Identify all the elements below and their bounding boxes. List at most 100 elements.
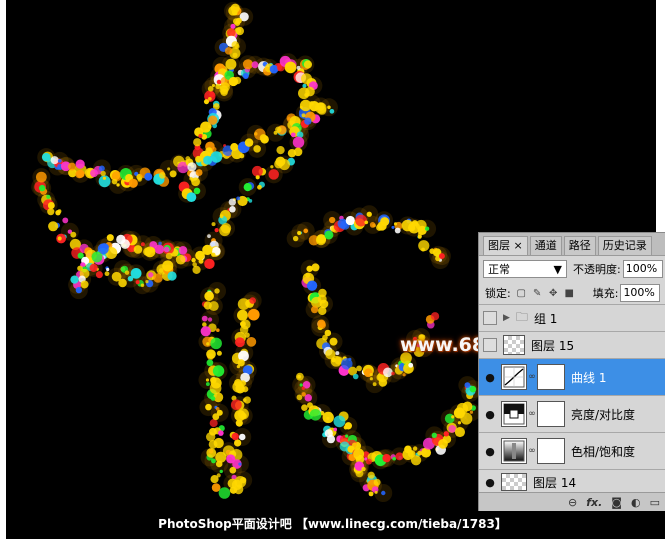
link-icon[interactable]: ∞ (527, 372, 537, 382)
layer-row-brightness[interactable]: ● ∞ 亮度/对比度 (479, 396, 665, 433)
sparkle-dot (382, 453, 391, 463)
sparkle-dot (130, 267, 142, 279)
sparkle-dot (469, 410, 474, 414)
sparkle-dot (145, 279, 149, 284)
sparkle-dot (210, 396, 216, 401)
layer-row-hue[interactable]: ● ∞ 色相/饱和度 (479, 433, 665, 470)
sparkle-dot (274, 159, 284, 169)
link-icon[interactable]: ∞ (527, 446, 537, 456)
link-layers-icon[interactable]: ⊖ (568, 496, 577, 509)
tab-channels[interactable]: 通道 (529, 236, 562, 255)
layer-row-curves[interactable]: ● ∞ 曲线 1 (479, 359, 665, 396)
sparkle-dot (226, 454, 236, 464)
sparkle-dot (327, 105, 331, 110)
tab-close-icon[interactable]: × (514, 239, 523, 252)
sparkle-dot (345, 215, 355, 226)
new-group-icon[interactable]: ▭ (650, 496, 660, 509)
tab-history[interactable]: 历史记录 (597, 236, 652, 255)
lock-move-icon[interactable]: ✥ (548, 288, 559, 299)
add-mask-icon[interactable]: ◙ (611, 496, 622, 509)
sparkle-dot (219, 82, 230, 93)
sparkle-dot (226, 28, 236, 37)
new-adjustment-icon[interactable]: ◐ (631, 496, 641, 509)
sparkle-dot (229, 206, 236, 213)
sparkle-dot (195, 155, 202, 163)
sparkle-dot (355, 214, 368, 227)
lock-paint-icon[interactable]: ✎ (532, 288, 543, 299)
sparkle-dot (232, 52, 238, 58)
sparkle-dot (329, 108, 335, 114)
sparkle-dot (391, 225, 395, 229)
eye-icon[interactable]: ● (479, 445, 501, 458)
sparkle-dot (237, 309, 248, 321)
sparkle-dot (376, 224, 383, 231)
visibility-toggle[interactable] (483, 311, 497, 325)
fill-field[interactable]: 100% (620, 284, 661, 302)
sparkle-dot (343, 425, 348, 430)
layer-mask-thumbnail[interactable] (537, 364, 565, 390)
sparkle-dot (204, 258, 215, 270)
sparkle-dot (417, 234, 422, 239)
sparkle-dot (248, 199, 253, 203)
sparkle-dot (203, 99, 210, 105)
layer-row-pixel-bottom[interactable]: ● 图层 14 (479, 470, 665, 494)
sparkle-dot (242, 386, 249, 393)
sparkle-dot (35, 171, 47, 183)
sparkle-dot (192, 265, 201, 274)
eye-icon[interactable]: ● (479, 476, 501, 489)
tab-layers[interactable]: 图层 × (483, 236, 528, 255)
sparkle-dot (55, 210, 61, 216)
sparkle-dot (38, 184, 46, 192)
sparkle-dot (229, 466, 237, 474)
sparkle-dot (235, 26, 245, 36)
fx-icon[interactable]: fx. (586, 496, 602, 509)
sparkle-dot (207, 317, 213, 322)
expand-arrow-icon[interactable]: ▶ (503, 313, 510, 323)
sparkle-dot (412, 446, 418, 451)
sparkle-dot (394, 227, 401, 234)
blend-mode-select[interactable]: 正常 ▼ (483, 260, 567, 278)
sparkle-dot (309, 408, 322, 421)
sparkle-dot (211, 146, 217, 152)
sparkle-dot (244, 138, 254, 147)
sparkle-dot (311, 263, 320, 272)
sparkle-dot (209, 91, 215, 98)
visibility-toggle[interactable] (483, 338, 497, 352)
sparkle-dot (310, 305, 319, 314)
tab-paths[interactable]: 路径 (563, 236, 596, 255)
sparkle-dot (242, 73, 249, 79)
sparkle-dot (144, 246, 156, 258)
sparkle-dot (207, 86, 214, 92)
layer-row-pixel[interactable]: 图层 15 (479, 332, 665, 359)
sparkle-dot (205, 378, 210, 382)
sparkle-dot (75, 170, 84, 179)
sparkle-dot (333, 427, 338, 432)
sparkle-dot (201, 315, 208, 322)
eye-icon[interactable]: ● (479, 371, 501, 384)
layer-name: 图层 14 (533, 475, 577, 490)
sparkle-dot (318, 235, 326, 242)
eye-icon[interactable]: ● (479, 408, 501, 421)
lock-fill-row: 锁定: ▢ ✎ ✥ ■ 填充: 100% (479, 282, 665, 305)
opacity-field[interactable]: 100% (622, 260, 663, 278)
curves-adjustment-icon (501, 364, 527, 390)
layer-row-group[interactable]: ▶ 🗀 组 1 (479, 305, 665, 332)
sparkle-dot (322, 411, 334, 424)
sparkle-dot (163, 246, 170, 253)
sparkle-dot (431, 432, 438, 439)
sparkle-dot (353, 448, 365, 460)
sparkle-dot (410, 455, 422, 466)
sparkle-dot (352, 373, 359, 380)
sparkle-dot (324, 329, 332, 337)
sparkle-dot (402, 373, 406, 377)
link-icon[interactable]: ∞ (527, 409, 537, 419)
sparkle-dot (235, 419, 243, 427)
sparkle-dot (369, 222, 376, 228)
lock-all-icon[interactable]: ■ (564, 288, 575, 299)
sparkle-dot (48, 221, 59, 232)
layer-mask-thumbnail[interactable] (537, 401, 565, 427)
sparkle-dot (211, 222, 216, 227)
layer-mask-thumbnail[interactable] (537, 438, 565, 464)
lock-transparent-icon[interactable]: ▢ (516, 288, 527, 299)
sparkle-dot (192, 262, 198, 267)
